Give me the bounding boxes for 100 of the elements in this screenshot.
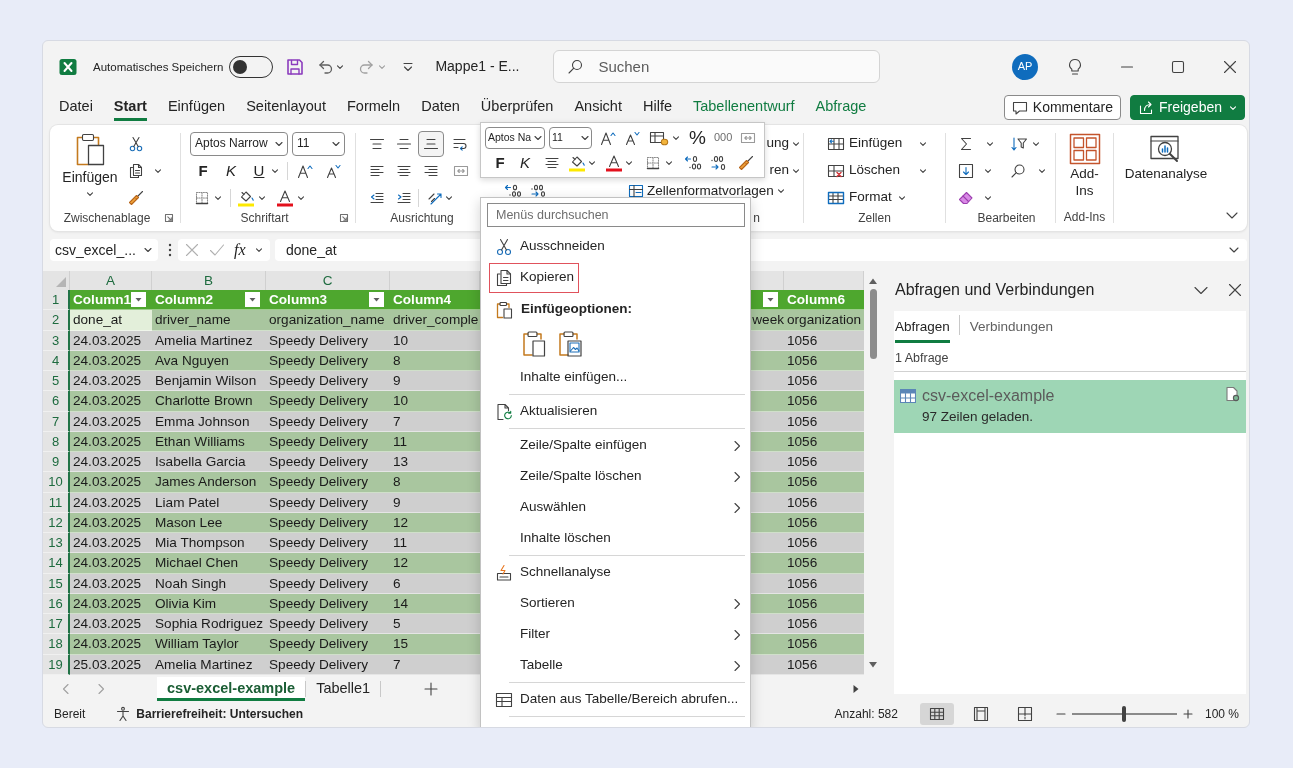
row-number[interactable]: 15 [43,573,70,594]
caret-icon[interactable] [445,193,453,202]
plus-icon[interactable] [424,682,439,696]
search-field[interactable]: Suchen [553,50,881,83]
caret-icon[interactable] [258,193,266,202]
row-number[interactable]: 17 [43,614,70,635]
scissors-icon[interactable] [128,135,144,152]
borders-icon[interactable] [194,189,210,206]
menu-item[interactable]: Schnellanalyse [489,557,616,588]
bold-toggle[interactable]: F [494,153,506,172]
caret-icon[interactable] [254,246,263,254]
decrease-decimal-icon[interactable] [684,154,702,171]
bold-toggle[interactable]: F [197,161,209,180]
filter-button[interactable] [369,292,384,308]
function-symbol[interactable]: fx [234,241,246,259]
scroll-down-icon[interactable] [868,661,878,669]
italic-toggle[interactable]: K [225,161,237,180]
close-icon[interactable] [1228,283,1242,297]
row-number[interactable]: 18 [43,634,70,655]
row-number[interactable]: 2 [43,310,70,331]
sheet-tab[interactable]: csv-excel-example [157,677,306,701]
query-item[interactable]: csv-excel-example 97 Zeilen geladen. [894,380,1246,433]
caret-icon[interactable] [336,62,345,71]
accessibility-button[interactable]: Barrierefreiheit: Untersuchen [115,706,304,722]
slider-thumb[interactable] [1122,706,1127,722]
menu-item[interactable]: Aktualisieren [489,396,603,427]
share-button[interactable]: Freigeben [1129,95,1245,120]
scrollbar-thumb[interactable] [869,289,877,359]
menu-item[interactable]: Tabelle [489,650,568,681]
data-analysis-button[interactable]: Datenanalyse [1124,130,1208,209]
shrink-font-icon[interactable] [624,129,640,146]
caret-icon[interactable] [984,193,992,202]
ribbon-tab[interactable]: Tabellenentwurf [693,94,795,121]
menu-item[interactable]: Filter [489,619,555,650]
close-icon[interactable] [1223,59,1237,74]
caret-icon[interactable] [214,193,222,202]
caret-icon[interactable] [986,139,994,148]
ribbon-tab[interactable]: Überprüfen [480,94,554,121]
menu-item[interactable]: Auswählen [489,492,592,523]
filter-button[interactable] [131,292,147,308]
zoom-in-icon[interactable] [1182,709,1193,719]
caret-icon[interactable] [665,158,673,167]
caret-icon[interactable] [1038,166,1046,175]
row-number[interactable]: 7 [43,411,70,432]
format-button[interactable]: Format [827,189,906,206]
italic-toggle[interactable]: K [519,153,531,172]
chevron-icon[interactable] [143,245,153,255]
row-number[interactable]: 19 [43,654,70,675]
ribbon-tab[interactable]: Hilfe [642,94,672,121]
row-number[interactable]: 6 [43,391,70,412]
row-number[interactable]: 14 [43,553,70,574]
maximize-icon[interactable] [1171,59,1185,74]
caret-icon[interactable] [672,133,680,142]
paste-picture-icon[interactable] [557,330,583,358]
ribbon-tab[interactable]: Datei [59,94,93,121]
more-icon[interactable] [168,243,172,257]
normal-view-button[interactable] [919,703,954,725]
font-size-dropdown[interactable]: 11 [292,131,345,156]
scroll-up-icon[interactable] [868,277,878,285]
menu-item[interactable]: Zeile/Spalte löschen [489,461,647,492]
filter-button[interactable] [763,292,778,308]
brush-icon[interactable] [128,189,144,206]
decrease-decimal-icon[interactable] [504,184,522,197]
dialog-launcher-icon[interactable] [339,213,349,224]
avatar[interactable]: AP [1012,53,1038,80]
styles-dropdown[interactable]: ren [769,162,800,179]
menu-item[interactable]: Inhalte einfügen... [489,362,633,393]
customize-toolbar-icon[interactable] [402,60,415,73]
ribbon-tab[interactable]: Einfügen [167,94,226,121]
save-icon[interactable] [286,57,305,76]
font-name-dropdown[interactable]: Aptos Na [485,126,545,149]
row-number[interactable]: 10 [43,472,70,493]
sort-filter-icon[interactable] [1010,135,1028,152]
caret-icon[interactable] [1032,139,1040,148]
sigma-icon[interactable] [958,135,974,152]
ribbon-tab[interactable]: Formeln [346,94,401,121]
ribbon-tab[interactable]: Daten [421,94,460,121]
row-number[interactable]: 4 [43,350,70,371]
menu-item[interactable]: Zeile/Spalte einfügen [489,430,652,461]
filter-button[interactable] [245,292,260,308]
column-letter[interactable]: C [266,271,390,290]
check-icon[interactable] [209,242,225,258]
caret-icon[interactable] [297,193,305,202]
panel-tab[interactable]: Abfragen [895,318,950,343]
table-format-icon[interactable] [649,129,669,146]
name-box[interactable]: csv_excel_... [50,239,158,261]
increase-decimal-icon[interactable] [530,184,548,197]
borders-icon[interactable] [645,154,661,171]
shrink-font-icon[interactable] [325,162,341,179]
add-ins-button[interactable]: Add- Ins [1068,130,1101,209]
caret-icon[interactable] [588,158,596,167]
font-size-dropdown[interactable]: 11 [549,126,592,149]
menu-item[interactable]: Daten aus Tabelle/Bereich abrufen... [489,684,744,715]
search-icon[interactable] [1010,162,1026,179]
caret-icon[interactable] [271,166,279,175]
row-number[interactable]: 9 [43,452,70,473]
row-number[interactable]: 1 [43,290,70,311]
document-icon[interactable] [1224,386,1240,402]
sheet-tab[interactable]: Tabelle1 [306,677,381,701]
eraser-icon[interactable] [958,189,974,206]
